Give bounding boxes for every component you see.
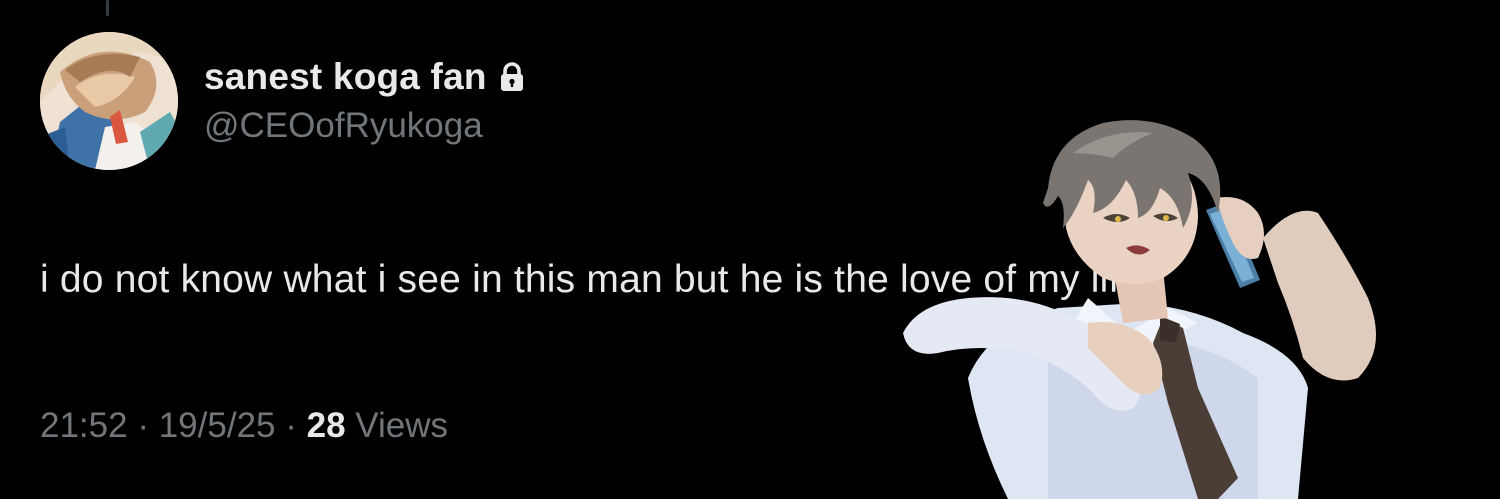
- views-label: Views: [355, 406, 449, 445]
- author-display-name[interactable]: sanest koga fan: [204, 56, 487, 98]
- meta-separator: ·: [285, 406, 297, 445]
- tweet-header: sanest koga fan @CEOofRyukoga: [204, 54, 525, 146]
- name-row: sanest koga fan: [204, 54, 525, 100]
- author-handle[interactable]: @CEOofRyukoga: [204, 106, 525, 146]
- avatar-illustration: [40, 32, 178, 170]
- thread-connector-line: [106, 0, 109, 16]
- meta-separator: ·: [137, 406, 149, 445]
- tweet-meta: 21:52 · 19/5/25 · 28 Views: [40, 406, 448, 446]
- tweet-date[interactable]: 19/5/25: [159, 406, 276, 445]
- anime-character-sticker: [898, 118, 1398, 499]
- profile-avatar[interactable]: [40, 32, 178, 170]
- lock-icon: [500, 62, 523, 91]
- tweet-time[interactable]: 21:52: [40, 406, 128, 445]
- views-count[interactable]: 28: [307, 406, 346, 445]
